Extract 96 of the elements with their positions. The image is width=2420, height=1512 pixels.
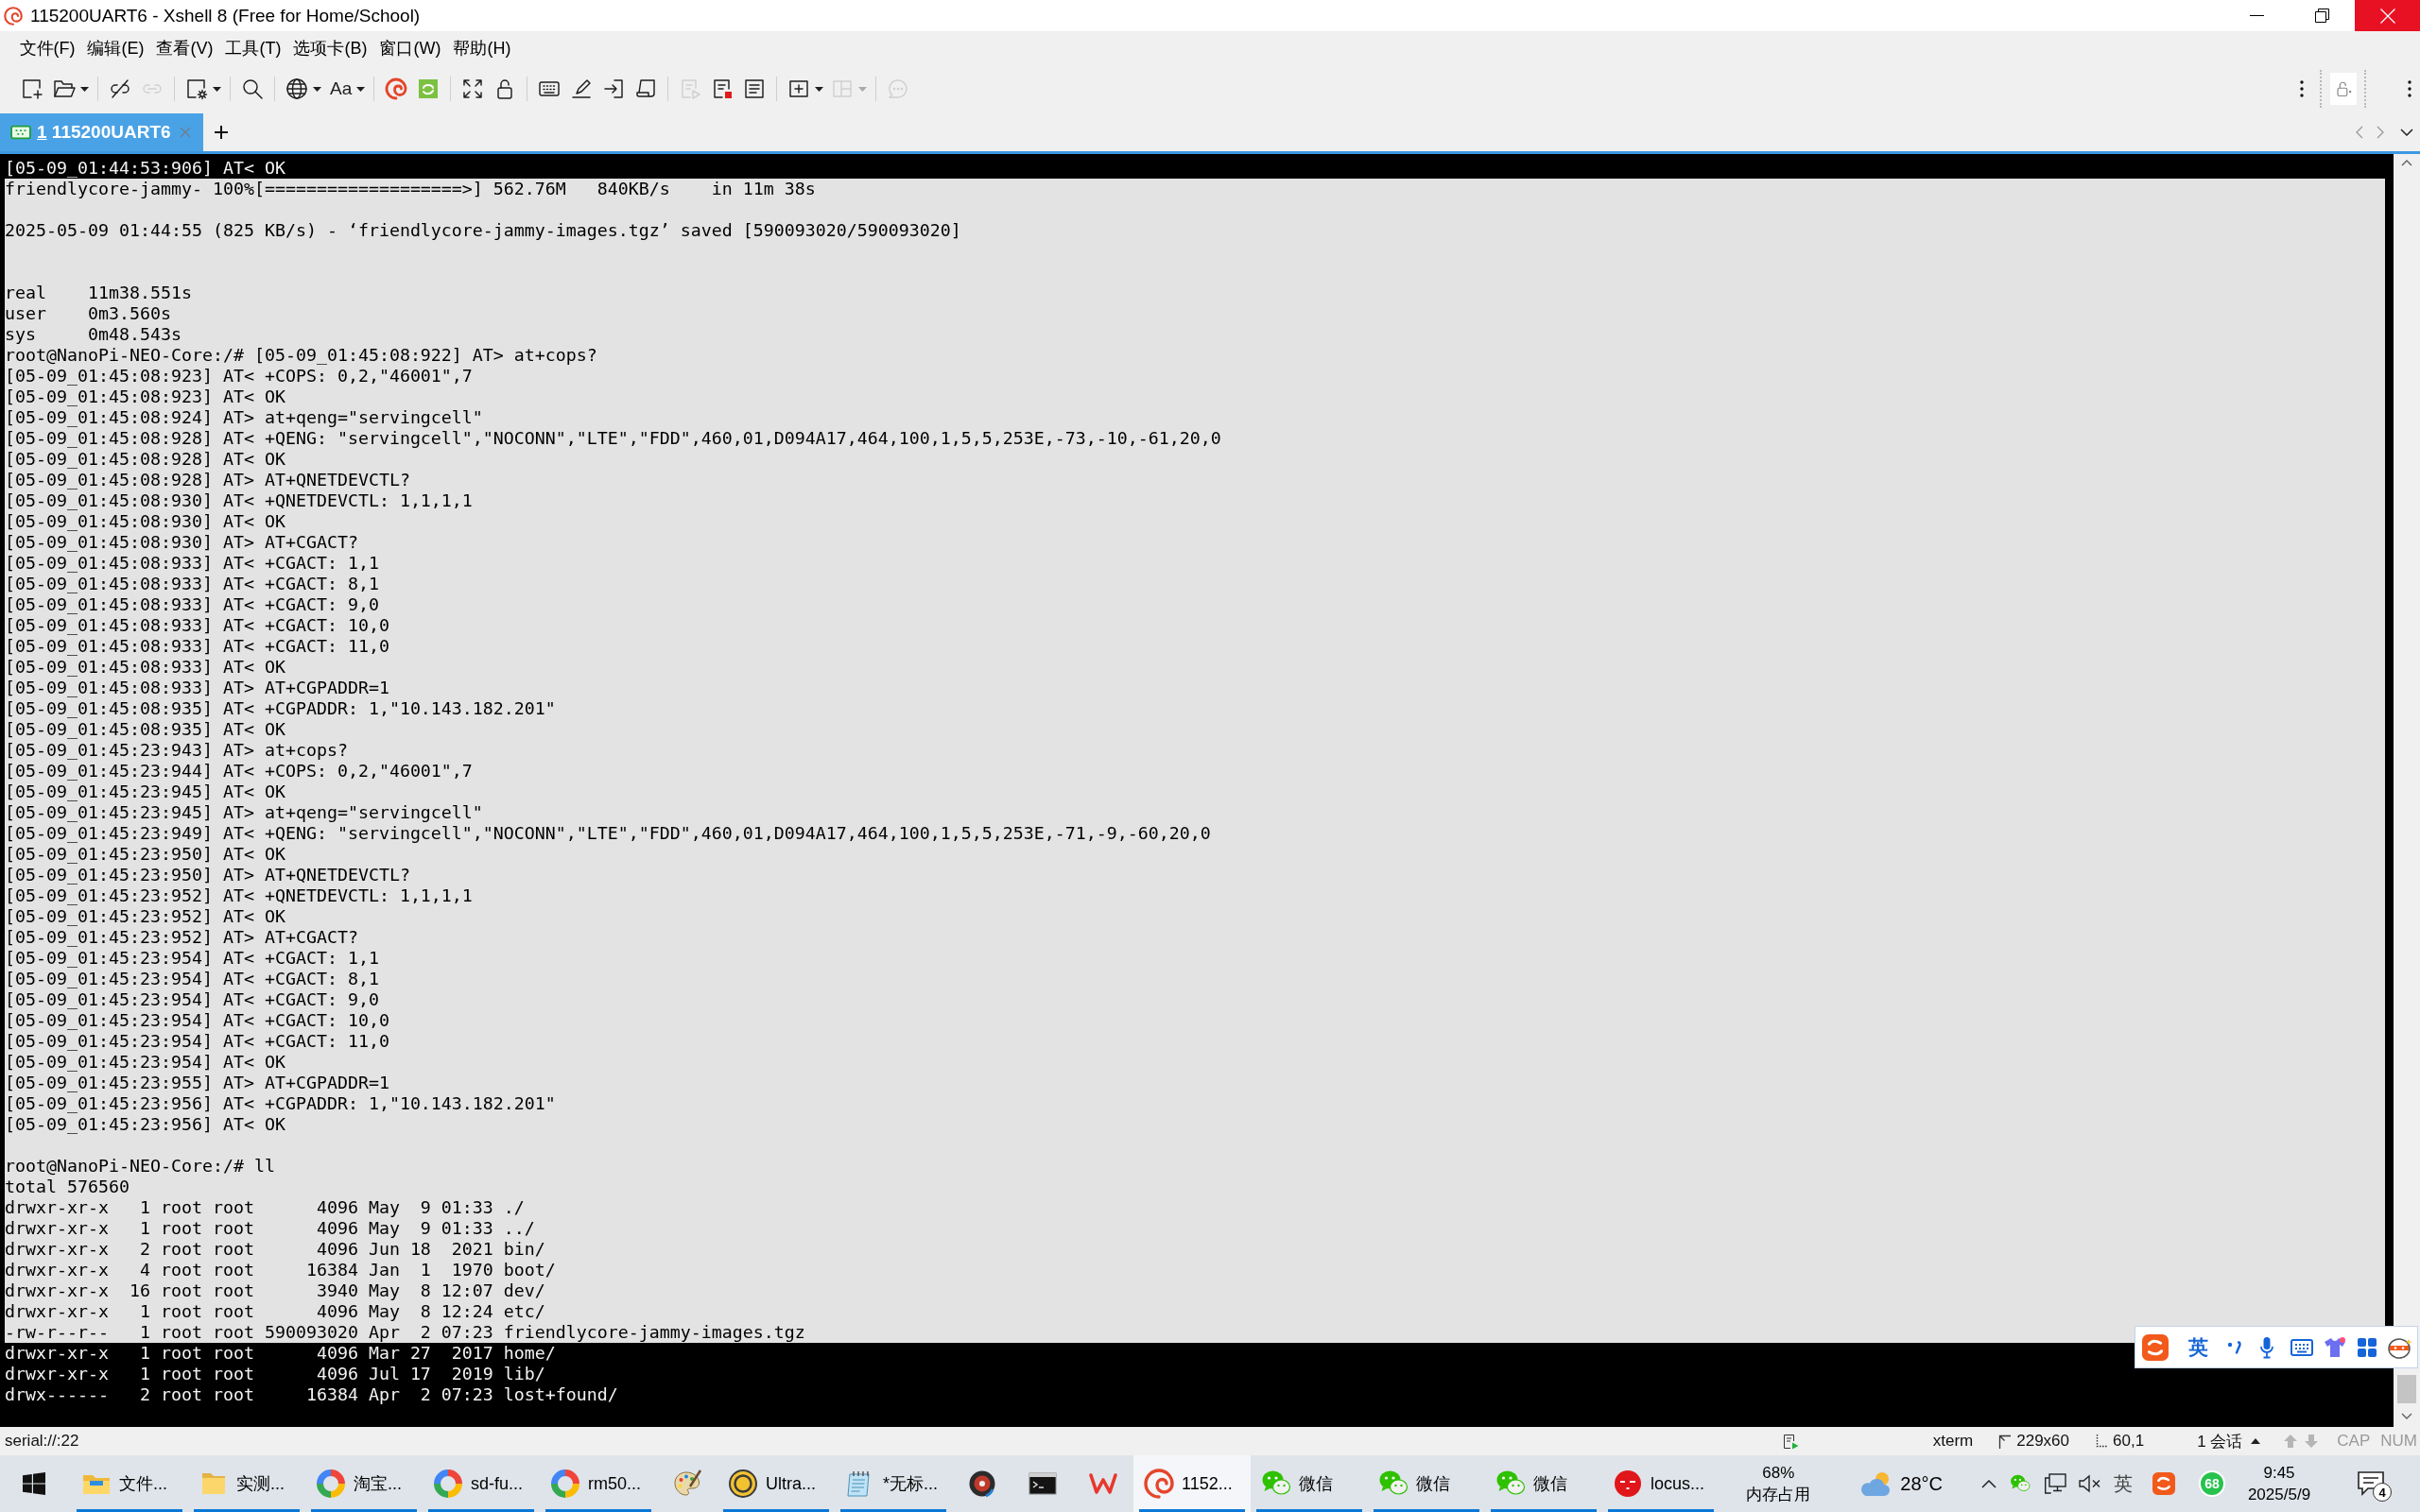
clock-date[interactable]: 2025/5/9 <box>2247 1484 2311 1505</box>
chevron-down-icon[interactable] <box>2400 129 2413 136</box>
font-picker[interactable]: Aa <box>330 78 353 99</box>
taskbar-button[interactable]: 实测... <box>188 1455 305 1512</box>
close-icon <box>2379 8 2395 24</box>
arrow-into-box-icon[interactable] <box>602 77 626 100</box>
cursor-position-icon <box>2096 1435 2108 1448</box>
caret-icon[interactable] <box>213 86 221 92</box>
connection-label: serial://:22 <box>5 1432 79 1451</box>
menu-item[interactable]: 文件(F) <box>13 34 81 61</box>
square-gear-icon[interactable] <box>185 77 208 100</box>
tile-logo-icon[interactable] <box>417 77 441 100</box>
taskbar-button[interactable]: 微信 <box>1251 1455 1368 1512</box>
grip-icon[interactable] <box>2300 80 2304 97</box>
resize-icon <box>1998 1434 2012 1449</box>
taskbar-button[interactable]: sd-fu... <box>423 1455 540 1512</box>
shirt-icon[interactable] <box>2324 1336 2346 1358</box>
plus-icon[interactable] <box>215 126 228 139</box>
caret-icon[interactable] <box>815 86 824 92</box>
terminal-type-label: xterm <box>1932 1432 1974 1451</box>
menu-item[interactable]: 帮助(H) <box>446 34 517 61</box>
swirl-ring-icon <box>550 1469 580 1499</box>
menu-item[interactable]: 编辑(E) <box>81 34 150 61</box>
padlock-button[interactable] <box>2330 73 2357 105</box>
taskbar-button[interactable]: 文件... <box>71 1455 188 1512</box>
padlock-icon <box>2335 80 2352 97</box>
terminal-line: drwx------ 2 root root 16384 Apr 2 07:23 lost+found/ <box>5 1384 618 1405</box>
scroll-icon[interactable] <box>634 77 658 100</box>
temperature-label: 28°C <box>1900 1472 1943 1495</box>
caret-icon[interactable] <box>80 86 89 92</box>
taskbar-button[interactable]: 1152... <box>1133 1455 1251 1512</box>
notification-badge: 4 <box>2373 1483 2392 1502</box>
taskbar-button[interactable]: 淘宝... <box>305 1455 423 1512</box>
taskbar-button[interactable]: rm50... <box>540 1455 657 1512</box>
chevron-up-icon[interactable] <box>1981 1479 1996 1488</box>
spiral-icon <box>4 6 23 26</box>
swirl-ring-icon <box>316 1469 346 1499</box>
globe-icon[interactable] <box>285 77 308 100</box>
menu-item[interactable]: 查看(V) <box>150 34 219 61</box>
taskbar-button[interactable]: Ultra... <box>717 1455 835 1512</box>
window-title: 115200UART6 - Xshell 8 (Free for Home/School) <box>30 5 421 26</box>
swirl-ring-icon <box>433 1469 463 1499</box>
round-logo-icon <box>1613 1469 1643 1499</box>
scrollbar[interactable] <box>2394 154 2420 1427</box>
monitor-icon[interactable] <box>2044 1473 2066 1494</box>
terminal-line: drwxr-xr-x 1 root root 4096 Jul 17 2019 lib/ <box>5 1364 545 1384</box>
taskbar-button[interactable]: *无标... <box>835 1455 952 1512</box>
punctuation-icon[interactable] <box>2227 1340 2242 1354</box>
taskbar-button[interactable]: 微信 <box>1368 1455 1485 1512</box>
clock-time[interactable]: 9:45 <box>2263 1462 2295 1484</box>
spiral-icon <box>1144 1469 1174 1499</box>
microphone-icon[interactable] <box>2260 1335 2273 1359</box>
cursor-position-label: 60,1 <box>2113 1432 2145 1451</box>
chevron-up-icon[interactable] <box>2401 160 2412 166</box>
memory-label: 内存占用 <box>1746 1485 1811 1505</box>
folder-icon[interactable] <box>53 77 76 100</box>
menu-item[interactable]: 窗口(W) <box>372 34 447 61</box>
search-icon[interactable] <box>241 77 264 100</box>
memory-percent: 68% <box>1762 1463 1795 1484</box>
terminal-line: drwxr-xr-x 1 root root 4096 Mar 27 2017 home/ <box>5 1343 556 1364</box>
terminal-line: [05-09_01:44:53:906] AT< OK <box>5 158 285 179</box>
grip-icon[interactable] <box>2408 80 2411 97</box>
taskbar-button[interactable]: 微信 <box>1485 1455 1602 1512</box>
menu-item[interactable]: 工具(T) <box>219 34 287 61</box>
keyboard-icon[interactable] <box>2290 1338 2313 1356</box>
taskbar-button[interactable]: locus... <box>1602 1455 1720 1512</box>
broken-link-icon[interactable] <box>109 77 131 100</box>
document-play-icon[interactable] <box>1782 1433 1799 1450</box>
input-mode-label[interactable]: 英 <box>2114 1470 2133 1497</box>
square-plus-icon[interactable] <box>21 77 43 100</box>
caret-icon[interactable] <box>313 86 321 92</box>
restore-icon[interactable] <box>2315 9 2329 23</box>
caret-up-icon[interactable] <box>2251 1438 2261 1444</box>
sessions-menu[interactable]: 1 会话 <box>2197 1430 2243 1452</box>
disc-icon[interactable] <box>967 1469 997 1499</box>
tile-logo-icon[interactable] <box>2142 1333 2169 1361</box>
terminal-size-label: 229x60 <box>2016 1432 2070 1451</box>
expand-icon[interactable] <box>461 77 485 100</box>
caps-lock-indicator: CAP <box>2337 1432 2371 1451</box>
scroll-thumb[interactable] <box>2397 1375 2416 1403</box>
connector-icon <box>10 124 31 141</box>
document-stop-icon[interactable] <box>711 77 735 100</box>
spiral-icon[interactable] <box>385 77 408 100</box>
caret-icon[interactable] <box>356 86 366 92</box>
four-panes-icon[interactable] <box>23 1472 45 1495</box>
pen-icon[interactable] <box>570 77 594 100</box>
box-plus-icon[interactable] <box>787 77 811 100</box>
palette-icon[interactable] <box>672 1469 702 1499</box>
speaker-muted-icon[interactable] <box>2079 1474 2101 1493</box>
menu-item[interactable]: 选项卡(B) <box>286 34 373 61</box>
mascot-icon[interactable] <box>2388 1335 2412 1359</box>
disc-logo-icon <box>728 1469 758 1499</box>
tile-logo-icon[interactable] <box>2152 1472 2175 1495</box>
num-lock-indicator: NUM <box>2380 1432 2417 1451</box>
document-icon[interactable] <box>743 77 767 100</box>
four-squares-icon[interactable] <box>2357 1336 2377 1358</box>
